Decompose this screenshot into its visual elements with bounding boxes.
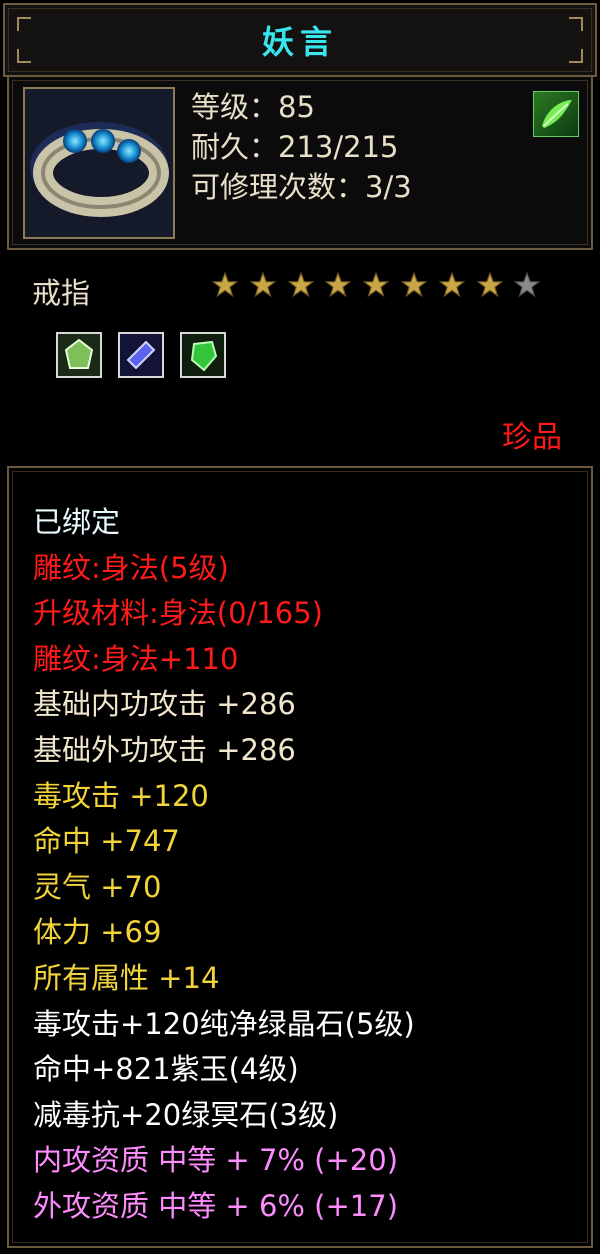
rarity-label: 珍品 <box>502 420 562 455</box>
attribute-line: 命中 +747 <box>33 824 180 859</box>
item-basic-stats: 等级：85 耐久：213/215 可修理次数：3/3 <box>191 87 412 207</box>
repair-count-stat: 可修理次数：3/3 <box>191 170 412 204</box>
attribute-line: 雕纹:身法(5级) <box>33 550 229 585</box>
purple-jade-gem-icon[interactable] <box>118 332 165 378</box>
green-emerald-gem-icon[interactable] <box>180 332 227 378</box>
ring-icon[interactable] <box>23 87 175 239</box>
attribute-line: 体力 +69 <box>33 915 162 950</box>
attribute-line: 基础外功攻击 +286 <box>33 732 296 767</box>
item-header-panel: 等级：85 耐久：213/215 可修理次数：3/3 <box>7 75 593 250</box>
green-leaf-badge-icon <box>533 91 579 137</box>
star-filled-icon <box>249 271 277 298</box>
attribute-line: 灵气 +70 <box>33 869 162 904</box>
attribute-line: 所有属性 +14 <box>33 960 220 995</box>
star-filled-icon <box>400 271 428 298</box>
durability-stat: 耐久：213/215 <box>191 130 399 164</box>
star-filled-icon <box>211 271 239 298</box>
attribute-line: 雕纹:身法+110 <box>33 641 239 676</box>
gem-attribute-line: 命中+821紫玉(4级) <box>33 1052 299 1087</box>
aptitude-line: 外攻资质 中等 + 6% (+17) <box>33 1188 399 1223</box>
star-filled-icon <box>324 271 352 298</box>
attribute-line: 升级材料:身法(0/165) <box>33 596 323 631</box>
star-filled-icon <box>476 271 504 298</box>
green-crystal-gem-icon[interactable] <box>56 332 102 378</box>
star-filled-icon <box>362 271 390 298</box>
attribute-line: 毒攻击 +120 <box>33 778 209 813</box>
star-rating <box>211 271 552 302</box>
star-filled-icon <box>438 271 466 298</box>
attribute-panel: 已绑定 雕纹:身法(5级) 升级材料:身法(0/165) 雕纹:身法+110 基… <box>7 466 593 1248</box>
item-type-label: 戒指 <box>32 276 91 310</box>
star-empty-icon <box>513 271 541 298</box>
gem-slots <box>56 332 237 378</box>
attribute-list: 已绑定 雕纹:身法(5级) 升级材料:身法(0/165) 雕纹:身法+110 基… <box>33 500 415 1230</box>
aptitude-line: 内攻资质 中等 + 7% (+20) <box>33 1143 399 1178</box>
level-stat: 等级：85 <box>191 90 315 124</box>
title-bar: 妖言 <box>3 3 597 77</box>
attribute-line: 基础内功攻击 +286 <box>33 687 296 722</box>
gem-attribute-line: 毒攻击+120纯净绿晶石(5级) <box>33 1006 415 1041</box>
star-filled-icon <box>287 271 315 298</box>
gem-attribute-line: 减毒抗+20绿冥石(3级) <box>33 1097 339 1132</box>
bound-status: 已绑定 <box>33 505 121 539</box>
item-name-title: 妖言 <box>261 23 338 61</box>
